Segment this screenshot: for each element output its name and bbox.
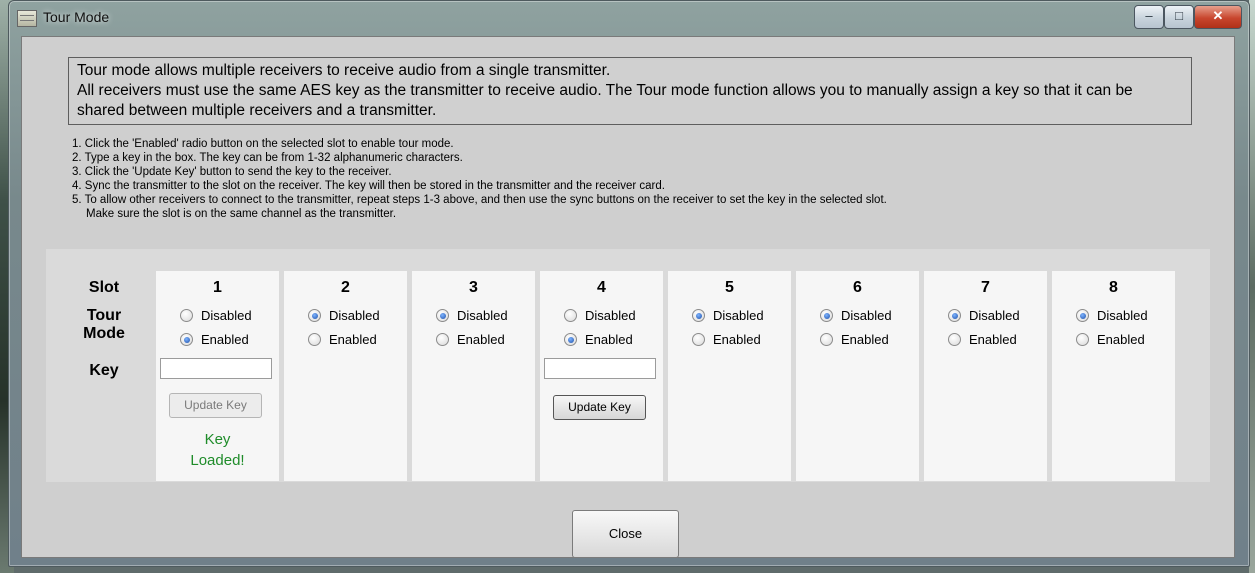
radio-checked-icon	[820, 309, 833, 322]
radio-label: Enabled	[713, 332, 761, 347]
instruction-step: 5. To allow other receivers to connect t…	[72, 194, 887, 206]
close-button[interactable]: Close	[572, 510, 679, 558]
intro-textbox: Tour mode allows multiple receivers to r…	[68, 57, 1192, 125]
radio-label: Enabled	[329, 332, 377, 347]
radio-label: Disabled	[457, 308, 508, 323]
radio-label: Disabled	[201, 308, 252, 323]
radio-checked-icon	[180, 333, 193, 346]
instruction-step: 3. Click the 'Update Key' button to send…	[72, 166, 392, 178]
key-loaded-status: Key Loaded!	[190, 431, 245, 469]
slot-number: 7	[981, 279, 990, 296]
instructions-list: 1. Click the 'Enabled' radio button on t…	[72, 137, 1212, 221]
radio-label: Enabled	[841, 332, 889, 347]
slot-1-key-input[interactable]	[160, 358, 272, 379]
radio-icon	[180, 309, 193, 322]
slot-number: 6	[853, 279, 862, 296]
radio-label: Disabled	[585, 308, 636, 323]
radio-label: Enabled	[585, 332, 633, 347]
radio-icon	[948, 333, 961, 346]
key-row-label: Key	[89, 362, 119, 379]
slot-row-label: Slot	[88, 279, 120, 296]
slot-number: 2	[341, 279, 350, 296]
instruction-step: 4. Sync the transmitter to the slot on t…	[72, 180, 665, 192]
slot-card-3: 3 Disabled Enabled	[412, 271, 535, 481]
window-title: Tour Mode	[43, 9, 110, 25]
intro-line-2: All receivers must use the same AES key …	[77, 82, 1133, 119]
radio-label: Enabled	[201, 332, 249, 347]
radio-checked-icon	[1076, 309, 1089, 322]
radio-checked-icon	[308, 309, 321, 322]
radio-label: Disabled	[329, 308, 380, 323]
radio-icon	[692, 333, 705, 346]
title-bar[interactable]: Tour Mode ‒ □ ✕	[9, 1, 1249, 37]
slot-number: 1	[213, 279, 222, 296]
radio-label: Enabled	[969, 332, 1017, 347]
slot-card-1: 1 Disabled Enabled Update Key Key Loaded…	[156, 271, 279, 481]
slot-4-key-input[interactable]	[544, 358, 656, 379]
instruction-step: 2. Type a key in the box. The key can be…	[72, 152, 463, 164]
radio-label: Disabled	[1097, 308, 1148, 323]
radio-label: Enabled	[1097, 332, 1145, 347]
tour-mode-window: Tour Mode ‒ □ ✕ Tour mode allows multipl…	[8, 0, 1250, 567]
maximize-button[interactable]: □	[1164, 5, 1194, 29]
slot-card-6: 6 Disabled Enabled	[796, 271, 919, 481]
radio-icon	[436, 333, 449, 346]
radio-checked-icon	[564, 333, 577, 346]
intro-line-1: Tour mode allows multiple receivers to r…	[77, 62, 611, 79]
radio-label: Enabled	[457, 332, 505, 347]
radio-icon	[564, 309, 577, 322]
tour-mode-row-label: Tour Mode	[83, 307, 125, 342]
slot-number: 3	[469, 279, 478, 296]
instruction-step: 1. Click the 'Enabled' radio button on t…	[72, 138, 454, 150]
slot-card-2: 2 Disabled Enabled	[284, 271, 407, 481]
radio-label: Disabled	[969, 308, 1020, 323]
slot-4-update-key-button[interactable]: Update Key	[553, 395, 646, 420]
slot-panel: Slot Tour Mode Key 1 Disabled Enabled Up…	[46, 249, 1210, 482]
minimize-button[interactable]: ‒	[1134, 5, 1164, 29]
slot-card-8: 8 Disabled Enabled	[1052, 271, 1175, 481]
close-window-button[interactable]: ✕	[1194, 5, 1242, 29]
radio-checked-icon	[692, 309, 705, 322]
radio-icon	[1076, 333, 1089, 346]
slot-number: 8	[1109, 279, 1118, 296]
radio-label: Disabled	[713, 308, 764, 323]
radio-icon	[308, 333, 321, 346]
radio-checked-icon	[436, 309, 449, 322]
radio-icon	[820, 333, 833, 346]
slot-card-4: 4 Disabled Enabled Update Key	[540, 271, 663, 481]
app-icon	[17, 10, 37, 27]
slot-card-5: 5 Disabled Enabled	[668, 271, 791, 481]
slot-1-update-key-button[interactable]: Update Key	[169, 393, 262, 418]
radio-checked-icon	[948, 309, 961, 322]
instruction-step: Make sure the slot is on the same channe…	[86, 208, 397, 220]
slot-number: 4	[597, 279, 606, 296]
dialog-body: Tour mode allows multiple receivers to r…	[21, 36, 1235, 558]
slot-number: 5	[725, 279, 734, 296]
radio-label: Disabled	[841, 308, 892, 323]
slot-card-7: 7 Disabled Enabled	[924, 271, 1047, 481]
